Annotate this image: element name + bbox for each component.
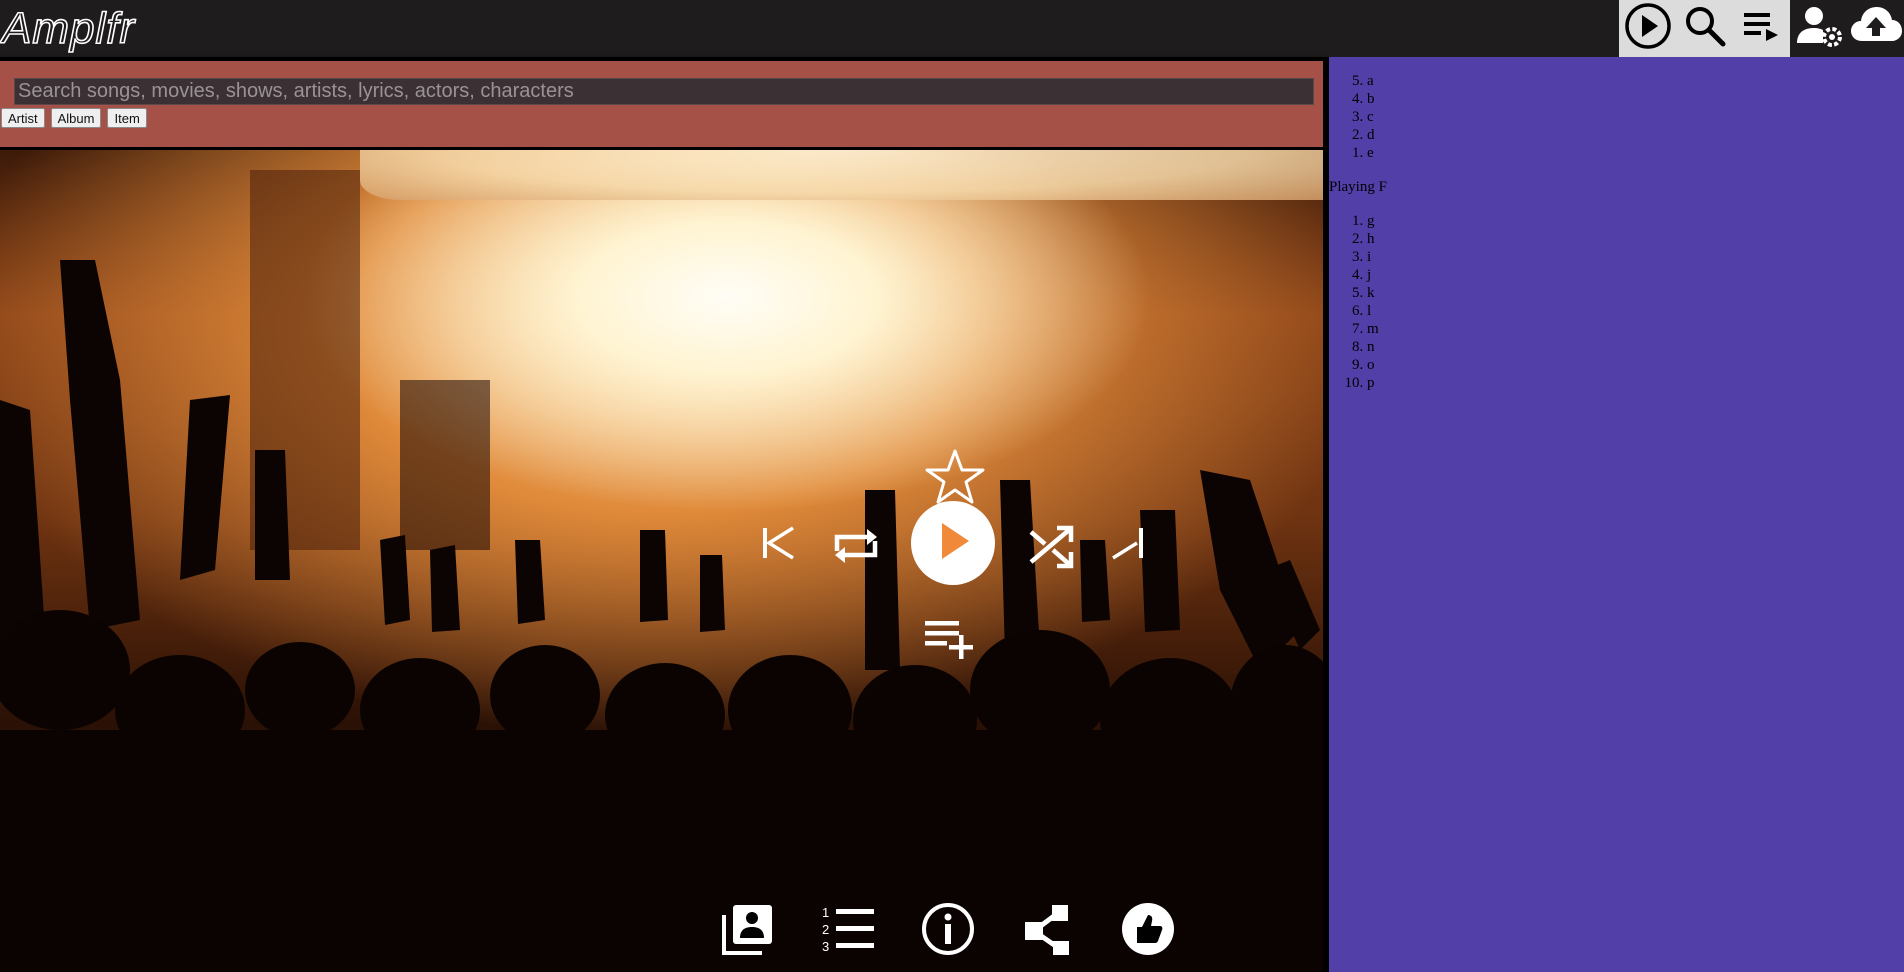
- player-pane: Artist Album Item: [0, 57, 1329, 972]
- search-filters: Artist Album Item: [1, 108, 147, 128]
- history-item-label: e: [1367, 145, 1374, 161]
- queue-item-label: m: [1367, 321, 1379, 337]
- queue-item[interactable]: o: [1367, 356, 1379, 374]
- queue-item-label: j: [1367, 267, 1372, 283]
- logo-text: Amplfr: [1, 3, 136, 53]
- like-button[interactable]: [1120, 901, 1176, 962]
- queue-sidebar: a b c d e Playing F g h i j k l m n o p: [1329, 57, 1904, 972]
- svg-text:2: 2: [822, 922, 829, 937]
- bottom-action-bar: 1 2 3: [720, 901, 1176, 962]
- now-playing-nav-button[interactable]: [1619, 0, 1676, 57]
- search-panel: Artist Album Item: [0, 61, 1323, 147]
- shuffle-button[interactable]: [1021, 522, 1081, 576]
- history-item[interactable]: d: [1367, 126, 1375, 144]
- now-playing-text: Playing F: [1329, 179, 1387, 195]
- user-settings-button[interactable]: [1790, 0, 1847, 57]
- history-item-label: c: [1367, 109, 1374, 125]
- skip-next-icon: [1108, 523, 1148, 568]
- queue-item-label: g: [1367, 213, 1375, 229]
- search-nav-button[interactable]: [1676, 0, 1733, 57]
- skip-previous-icon: [758, 523, 798, 568]
- play-circle-icon: [1623, 1, 1673, 56]
- queue-item-label: l: [1367, 303, 1372, 319]
- history-item[interactable]: b: [1367, 90, 1375, 108]
- numbered-list-icon: 1 2 3: [820, 903, 876, 960]
- library-button[interactable]: [720, 904, 775, 959]
- info-icon: [920, 901, 976, 962]
- queue-item[interactable]: j: [1367, 266, 1379, 284]
- history-item-label: a: [1367, 73, 1374, 89]
- skip-next-button[interactable]: [1106, 520, 1150, 570]
- queue-item[interactable]: p: [1367, 374, 1379, 392]
- repeat-icon: [829, 521, 883, 576]
- queue-item[interactable]: n: [1367, 338, 1379, 356]
- queue-icon: [1740, 4, 1784, 53]
- queue-item-label: i: [1367, 249, 1372, 265]
- app-logo[interactable]: Amplfr: [1, 0, 136, 57]
- upload-button[interactable]: [1847, 0, 1904, 57]
- play-button[interactable]: [911, 501, 995, 585]
- history-item-label: d: [1367, 127, 1375, 143]
- history-item-label: b: [1367, 91, 1375, 107]
- library-icon: [720, 901, 776, 962]
- svg-text:3: 3: [822, 939, 829, 954]
- queue-item-label: n: [1367, 339, 1375, 355]
- shuffle-icon: [1025, 522, 1077, 577]
- history-item[interactable]: e: [1367, 144, 1375, 162]
- repeat-button[interactable]: [826, 520, 886, 576]
- filter-item-button[interactable]: Item: [107, 108, 147, 128]
- upload-icon: [1849, 1, 1903, 56]
- queue-item[interactable]: l: [1367, 302, 1379, 320]
- user-settings-icon: [1794, 1, 1844, 56]
- top-bar: Amplfr: [0, 0, 1904, 57]
- album-art: 1 2 3: [0, 150, 1323, 972]
- queue-item-label: p: [1367, 375, 1375, 391]
- queue-item-label: o: [1367, 357, 1375, 373]
- top-nav: [1619, 0, 1904, 57]
- history-list: a b c d e: [1329, 72, 1375, 162]
- thumbs-up-icon: [1120, 901, 1176, 962]
- info-button[interactable]: [920, 901, 976, 962]
- filter-artist-button[interactable]: Artist: [1, 108, 45, 128]
- queue-item[interactable]: m: [1367, 320, 1379, 338]
- history-item[interactable]: c: [1367, 108, 1375, 126]
- skip-previous-button[interactable]: [756, 520, 800, 570]
- queue-item-label: k: [1367, 285, 1375, 301]
- queue-list: g h i j k l m n o p: [1329, 212, 1379, 392]
- share-button[interactable]: [1020, 904, 1075, 959]
- add-to-queue-button[interactable]: [920, 616, 980, 664]
- tracklist-button[interactable]: 1 2 3: [820, 904, 875, 959]
- queue-item[interactable]: h: [1367, 230, 1379, 248]
- queue-item[interactable]: k: [1367, 284, 1379, 302]
- queue-item[interactable]: i: [1367, 248, 1379, 266]
- queue-nav-button[interactable]: [1733, 0, 1790, 57]
- search-input[interactable]: [14, 78, 1314, 105]
- history-item[interactable]: a: [1367, 72, 1375, 90]
- play-icon: [933, 519, 973, 568]
- share-icon: [1020, 901, 1076, 962]
- queue-item[interactable]: g: [1367, 212, 1379, 230]
- queue-item-label: h: [1367, 231, 1375, 247]
- playlist-add-icon: [921, 615, 979, 666]
- filter-album-button[interactable]: Album: [50, 108, 102, 128]
- search-icon: [1682, 3, 1728, 54]
- svg-text:1: 1: [822, 905, 829, 920]
